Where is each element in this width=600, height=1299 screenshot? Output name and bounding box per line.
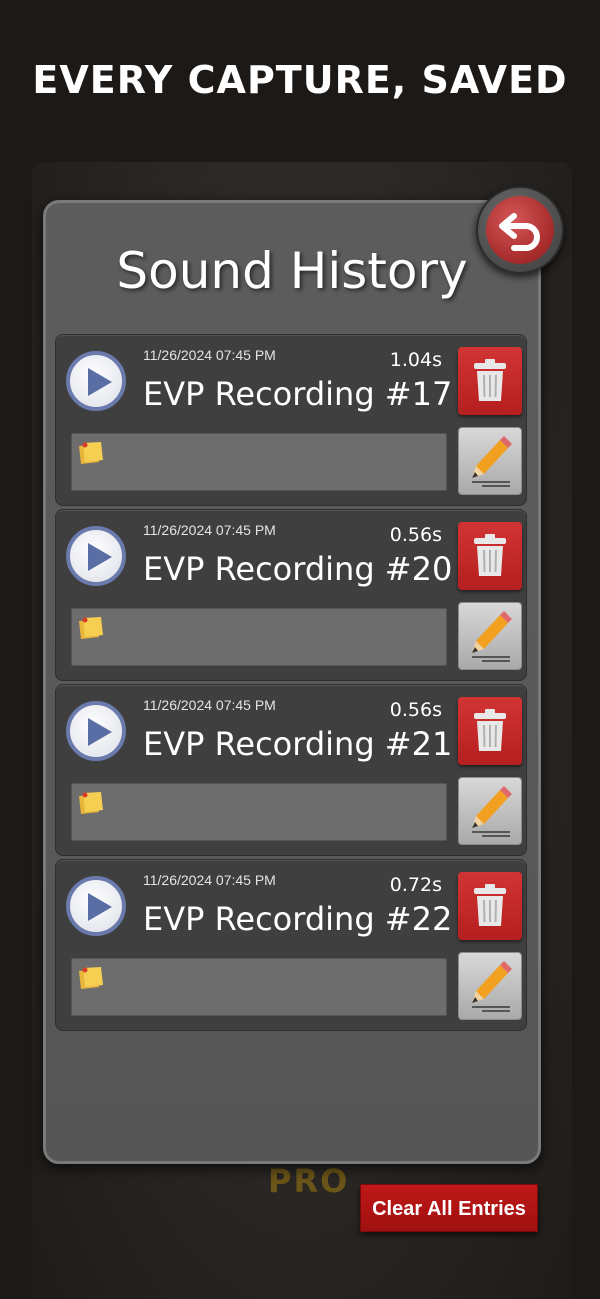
recording-entry: 11/26/2024 07:45 PM 1.04s EVP Recording …	[55, 334, 527, 506]
pencil-icon	[472, 961, 512, 1012]
recording-entry: 11/26/2024 07:45 PM 0.72s EVP Recording …	[55, 859, 527, 1031]
delete-button[interactable]	[458, 697, 522, 765]
play-icon	[88, 718, 112, 746]
edit-note-button[interactable]	[458, 427, 522, 495]
recording-date: 11/26/2024 07:45 PM	[143, 347, 276, 363]
trash-icon	[474, 534, 506, 576]
recording-duration: 1.04s	[389, 349, 442, 371]
sticky-note-icon	[79, 792, 103, 814]
recording-duration: 0.56s	[389, 524, 442, 546]
trash-icon	[474, 884, 506, 926]
pencil-icon	[472, 436, 512, 487]
play-button[interactable]	[66, 876, 126, 936]
play-icon	[88, 543, 112, 571]
sticky-note-icon	[79, 967, 103, 989]
recording-date: 11/26/2024 07:45 PM	[143, 872, 276, 888]
recording-name: EVP Recording #17	[143, 375, 453, 413]
promo-headline: EVERY CAPTURE, SAVED	[32, 58, 568, 102]
note-field[interactable]	[71, 783, 447, 841]
recording-name: EVP Recording #22	[143, 900, 453, 938]
page-title: Sound History	[116, 242, 468, 300]
delete-button[interactable]	[458, 347, 522, 415]
play-icon	[88, 368, 112, 396]
edit-note-button[interactable]	[458, 602, 522, 670]
clear-all-entries-button[interactable]: Clear All Entries	[360, 1184, 538, 1232]
recording-duration: 0.56s	[389, 699, 442, 721]
play-icon	[88, 893, 112, 921]
recording-name: EVP Recording #21	[143, 725, 453, 763]
play-button[interactable]	[66, 351, 126, 411]
recording-name: EVP Recording #20	[143, 550, 453, 588]
delete-button[interactable]	[458, 522, 522, 590]
play-button[interactable]	[66, 701, 126, 761]
sticky-note-icon	[79, 442, 103, 464]
pencil-icon	[472, 786, 512, 837]
edit-note-button[interactable]	[458, 952, 522, 1020]
note-field[interactable]	[71, 433, 447, 491]
note-field[interactable]	[71, 608, 447, 666]
recording-duration: 0.72s	[389, 874, 442, 896]
recording-entry: 11/26/2024 07:45 PM 0.56s EVP Recording …	[55, 684, 527, 856]
sticky-note-icon	[79, 617, 103, 639]
recording-entry: 11/26/2024 07:45 PM 0.56s EVP Recording …	[55, 509, 527, 681]
recording-date: 11/26/2024 07:45 PM	[143, 522, 276, 538]
recording-date: 11/26/2024 07:45 PM	[143, 697, 276, 713]
background-pro-logo: PRO	[268, 1162, 350, 1200]
delete-button[interactable]	[458, 872, 522, 940]
pencil-icon	[472, 611, 512, 662]
trash-icon	[474, 709, 506, 751]
trash-icon	[474, 359, 506, 401]
edit-note-button[interactable]	[458, 777, 522, 845]
note-field[interactable]	[71, 958, 447, 1016]
play-button[interactable]	[66, 526, 126, 586]
